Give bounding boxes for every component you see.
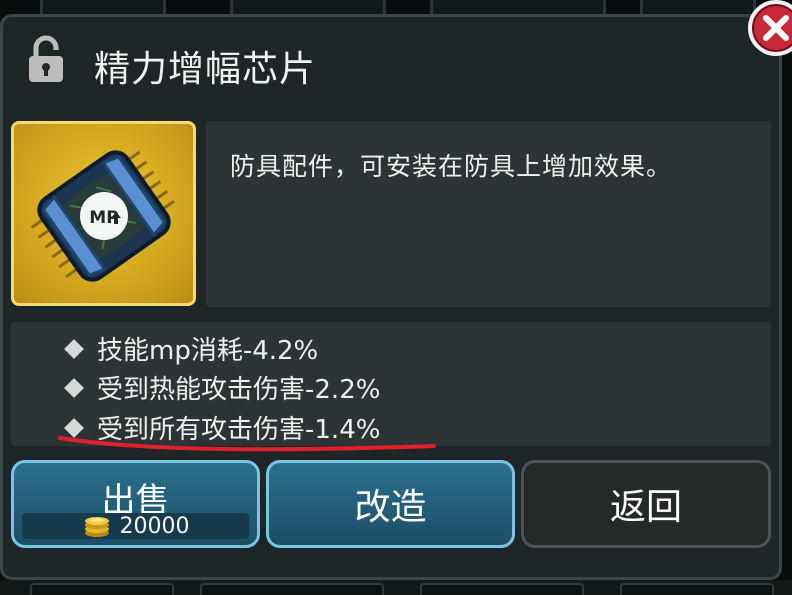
gold-coins-icon [84,517,109,537]
item-description: 防具配件，可安装在防具上增加效果。 [230,152,673,181]
mp-chip-icon: MP [30,150,175,282]
back-button[interactable]: 返回 [521,460,771,548]
close-icon [763,15,789,41]
background-tab [420,583,584,595]
description-panel: 防具配件，可安装在防具上增加效果。 [206,121,771,307]
diamond-bullet-icon [64,378,84,398]
modify-button[interactable]: 改造 [266,460,515,548]
game-screen: 精力增幅芯片 MP 防具配件，可安装在防具上增加效果。 技能mp消耗-4.2% … [0,0,792,595]
sell-button[interactable]: 出售 20000 [11,460,260,548]
diamond-bullet-icon [64,339,84,359]
sell-price: 20000 [22,513,249,539]
background-tab [200,583,384,595]
sell-price-value: 20000 [119,513,190,539]
modify-button-label: 改造 [354,487,427,528]
item-icon-frame: MP [11,121,196,306]
attribute-text: 受到热能攻击伤害-2.2% [97,375,381,405]
attribute-line: 技能mp消耗-4.2% [63,330,318,367]
red-underline-annotation [58,436,436,452]
background-tab [620,583,774,595]
lock-open-icon[interactable] [26,34,66,88]
back-button-label: 返回 [609,487,682,528]
attribute-line: 受到热能攻击伤害-2.2% [63,369,380,406]
attribute-text: 技能mp消耗-4.2% [97,336,319,366]
background-tab [30,583,174,595]
item-title: 精力增幅芯片 [94,49,317,90]
background-bottom-bar [0,580,792,595]
